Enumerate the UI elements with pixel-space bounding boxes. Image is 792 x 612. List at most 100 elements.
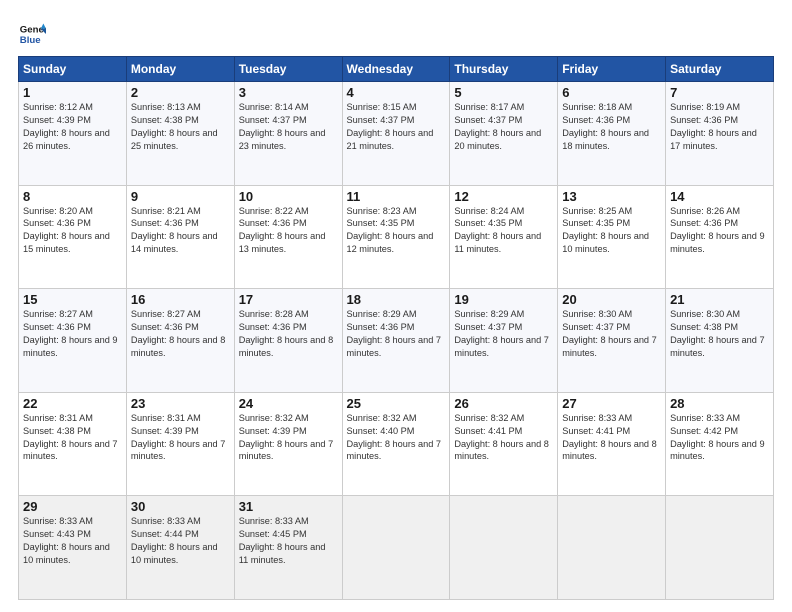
calendar-cell: 22 Sunrise: 8:31 AMSunset: 4:38 PMDayligh… [19, 392, 127, 496]
cell-info: Sunrise: 8:33 AMSunset: 4:45 PMDaylight:… [239, 516, 326, 565]
calendar-cell [558, 496, 666, 600]
calendar-cell: 5Sunrise: 8:17 AMSunset: 4:37 PMDaylight… [450, 82, 558, 186]
calendar-cell: 9 Sunrise: 8:21 AMSunset: 4:36 PMDaylight… [126, 185, 234, 289]
cell-info: Sunrise: 8:33 AMSunset: 4:41 PMDaylight:… [562, 413, 657, 462]
calendar-cell: 23Sunrise: 8:31 AMSunset: 4:39 PMDayligh… [126, 392, 234, 496]
day-number: 19 [454, 292, 553, 307]
day-number: 4 [347, 85, 446, 100]
page: General Blue SundayMondayTuesdayWednesda… [0, 0, 792, 612]
cell-info: Sunrise: 8:29 AMSunset: 4:36 PMDaylight:… [347, 309, 442, 358]
cell-info: Sunrise: 8:26 AMSunset: 4:36 PMDaylight:… [670, 206, 765, 255]
day-number: 10 [239, 189, 338, 204]
day-number: 3 [239, 85, 338, 100]
weekday-header-sunday: Sunday [19, 57, 127, 82]
calendar-cell: 15Sunrise: 8:27 AMSunset: 4:36 PMDayligh… [19, 289, 127, 393]
day-number: 29 [23, 499, 122, 514]
day-number: 5 [454, 85, 553, 100]
calendar-cell: 25 Sunrise: 8:32 AMSunset: 4:40 PMDayligh… [342, 392, 450, 496]
svg-text:Blue: Blue [20, 35, 41, 46]
cell-info: Sunrise: 8:18 AMSunset: 4:36 PMDaylight:… [562, 102, 649, 151]
week-row-2: 8 Sunrise: 8:20 AMSunset: 4:36 PMDaylight… [19, 185, 774, 289]
cell-info: Sunrise: 8:23 AMSunset: 4:35 PMDaylight:… [347, 206, 434, 255]
day-number: 23 [131, 396, 230, 411]
weekday-header-wednesday: Wednesday [342, 57, 450, 82]
calendar-cell: 29 Sunrise: 8:33 AMSunset: 4:43 PMDayligh… [19, 496, 127, 600]
day-number: 25 [347, 396, 446, 411]
cell-info: Sunrise: 8:25 AMSunset: 4:35 PMDaylight:… [562, 206, 649, 255]
day-number: 24 [239, 396, 338, 411]
cell-info: Sunrise: 8:32 AMSunset: 4:41 PMDaylight:… [454, 413, 549, 462]
header: General Blue [18, 16, 774, 48]
logo: General Blue [18, 20, 46, 48]
day-number: 15 [23, 292, 122, 307]
day-number: 30 [131, 499, 230, 514]
day-number: 12 [454, 189, 553, 204]
weekday-header-tuesday: Tuesday [234, 57, 342, 82]
weekday-header-row: SundayMondayTuesdayWednesdayThursdayFrid… [19, 57, 774, 82]
calendar-cell: 7 Sunrise: 8:19 AMSunset: 4:36 PMDaylight… [666, 82, 774, 186]
cell-info: Sunrise: 8:32 AMSunset: 4:39 PMDaylight:… [239, 413, 334, 462]
cell-info: Sunrise: 8:30 AMSunset: 4:37 PMDaylight:… [562, 309, 657, 358]
cell-info: Sunrise: 8:20 AMSunset: 4:36 PMDaylight:… [23, 206, 110, 255]
calendar-cell: 21 Sunrise: 8:30 AMSunset: 4:38 PMDayligh… [666, 289, 774, 393]
week-row-1: 1 Sunrise: 8:12 AMSunset: 4:39 PMDaylight… [19, 82, 774, 186]
calendar-cell: 28 Sunrise: 8:33 AMSunset: 4:42 PMDayligh… [666, 392, 774, 496]
day-number: 9 [131, 189, 230, 204]
calendar-cell: 1 Sunrise: 8:12 AMSunset: 4:39 PMDaylight… [19, 82, 127, 186]
day-number: 27 [562, 396, 661, 411]
cell-info: Sunrise: 8:12 AMSunset: 4:39 PMDaylight:… [23, 102, 110, 151]
cell-info: Sunrise: 8:33 AMSunset: 4:42 PMDaylight:… [670, 413, 765, 462]
cell-info: Sunrise: 8:21 AMSunset: 4:36 PMDaylight:… [131, 206, 218, 255]
calendar-table: SundayMondayTuesdayWednesdayThursdayFrid… [18, 56, 774, 600]
day-number: 7 [670, 85, 769, 100]
day-number: 21 [670, 292, 769, 307]
cell-info: Sunrise: 8:31 AMSunset: 4:38 PMDaylight:… [23, 413, 118, 462]
cell-info: Sunrise: 8:29 AMSunset: 4:37 PMDaylight:… [454, 309, 549, 358]
day-number: 6 [562, 85, 661, 100]
cell-info: Sunrise: 8:32 AMSunset: 4:40 PMDaylight:… [347, 413, 442, 462]
calendar-cell: 17 Sunrise: 8:28 AMSunset: 4:36 PMDayligh… [234, 289, 342, 393]
weekday-header-saturday: Saturday [666, 57, 774, 82]
calendar-cell [666, 496, 774, 600]
cell-info: Sunrise: 8:27 AMSunset: 4:36 PMDaylight:… [131, 309, 226, 358]
calendar-cell: 14Sunrise: 8:26 AMSunset: 4:36 PMDayligh… [666, 185, 774, 289]
cell-info: Sunrise: 8:14 AMSunset: 4:37 PMDaylight:… [239, 102, 326, 151]
logo-icon: General Blue [18, 20, 46, 48]
calendar-cell: 20Sunrise: 8:30 AMSunset: 4:37 PMDayligh… [558, 289, 666, 393]
cell-info: Sunrise: 8:13 AMSunset: 4:38 PMDaylight:… [131, 102, 218, 151]
weekday-header-friday: Friday [558, 57, 666, 82]
cell-info: Sunrise: 8:33 AMSunset: 4:43 PMDaylight:… [23, 516, 110, 565]
cell-info: Sunrise: 8:33 AMSunset: 4:44 PMDaylight:… [131, 516, 218, 565]
calendar-cell: 8 Sunrise: 8:20 AMSunset: 4:36 PMDaylight… [19, 185, 127, 289]
day-number: 17 [239, 292, 338, 307]
cell-info: Sunrise: 8:28 AMSunset: 4:36 PMDaylight:… [239, 309, 334, 358]
calendar-cell: 16 Sunrise: 8:27 AMSunset: 4:36 PMDayligh… [126, 289, 234, 393]
weekday-header-thursday: Thursday [450, 57, 558, 82]
calendar-cell: 11 Sunrise: 8:23 AMSunset: 4:35 PMDayligh… [342, 185, 450, 289]
day-number: 8 [23, 189, 122, 204]
day-number: 16 [131, 292, 230, 307]
cell-info: Sunrise: 8:30 AMSunset: 4:38 PMDaylight:… [670, 309, 765, 358]
calendar-cell: 27 Sunrise: 8:33 AMSunset: 4:41 PMDayligh… [558, 392, 666, 496]
cell-info: Sunrise: 8:19 AMSunset: 4:36 PMDaylight:… [670, 102, 757, 151]
cell-info: Sunrise: 8:24 AMSunset: 4:35 PMDaylight:… [454, 206, 541, 255]
day-number: 28 [670, 396, 769, 411]
day-number: 1 [23, 85, 122, 100]
cell-info: Sunrise: 8:15 AMSunset: 4:37 PMDaylight:… [347, 102, 434, 151]
week-row-4: 22 Sunrise: 8:31 AMSunset: 4:38 PMDayligh… [19, 392, 774, 496]
calendar-cell: 13 Sunrise: 8:25 AMSunset: 4:35 PMDayligh… [558, 185, 666, 289]
calendar-cell: 3 Sunrise: 8:14 AMSunset: 4:37 PMDaylight… [234, 82, 342, 186]
calendar-cell: 30 Sunrise: 8:33 AMSunset: 4:44 PMDayligh… [126, 496, 234, 600]
calendar-cell: 12 Sunrise: 8:24 AMSunset: 4:35 PMDayligh… [450, 185, 558, 289]
calendar-cell: 18 Sunrise: 8:29 AMSunset: 4:36 PMDayligh… [342, 289, 450, 393]
day-number: 31 [239, 499, 338, 514]
day-number: 11 [347, 189, 446, 204]
day-number: 13 [562, 189, 661, 204]
week-row-5: 29 Sunrise: 8:33 AMSunset: 4:43 PMDayligh… [19, 496, 774, 600]
day-number: 22 [23, 396, 122, 411]
weekday-header-monday: Monday [126, 57, 234, 82]
calendar-cell: 26Sunrise: 8:32 AMSunset: 4:41 PMDayligh… [450, 392, 558, 496]
calendar-cell [450, 496, 558, 600]
day-number: 18 [347, 292, 446, 307]
calendar-cell: 31 Sunrise: 8:33 AMSunset: 4:45 PMDayligh… [234, 496, 342, 600]
